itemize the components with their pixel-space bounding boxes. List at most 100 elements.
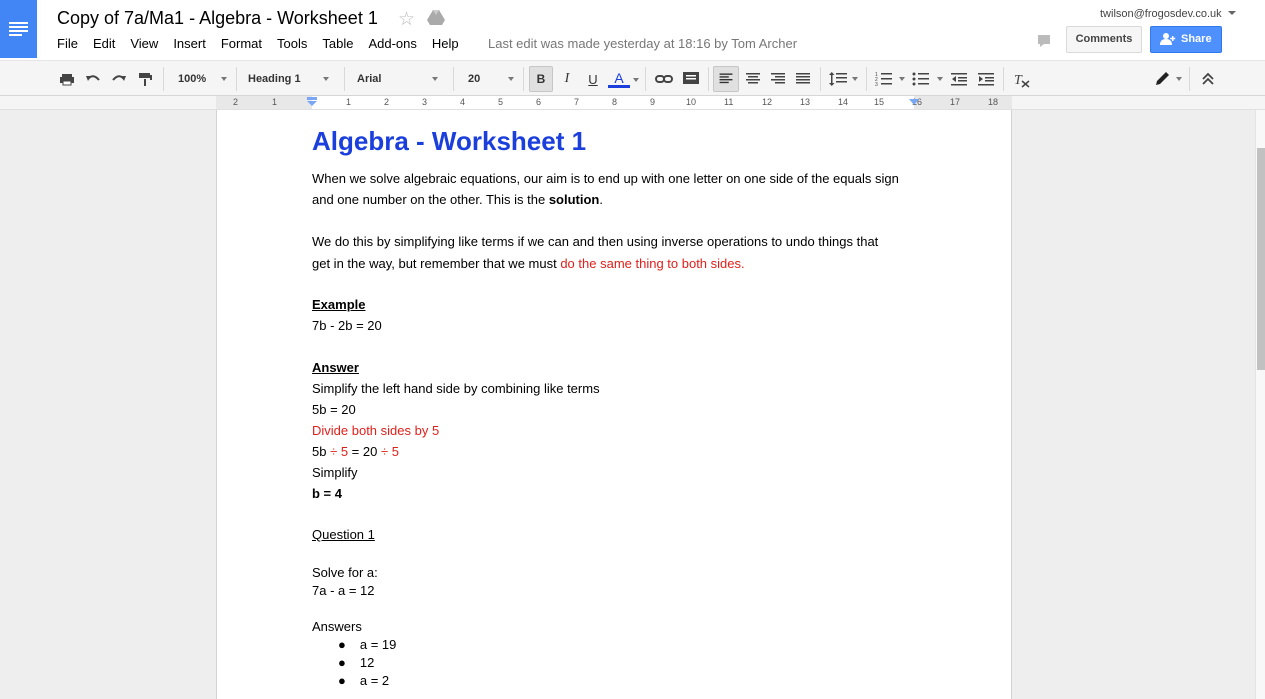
text-color-chevron-down-icon[interactable] bbox=[633, 78, 639, 82]
chevron-down-icon bbox=[221, 77, 227, 81]
list-item[interactable]: ● a = 19 bbox=[338, 637, 396, 652]
editing-mode-chevron-down-icon[interactable] bbox=[1176, 77, 1182, 81]
answer-heading[interactable]: Answer bbox=[312, 360, 359, 375]
menu-bar: File Edit View Insert Format Tools Table… bbox=[57, 36, 459, 52]
increase-indent-icon[interactable] bbox=[975, 66, 997, 92]
font-select[interactable]: Arial bbox=[357, 66, 441, 92]
menu-view[interactable]: View bbox=[130, 36, 158, 52]
list-item[interactable]: ● a = 2 bbox=[338, 673, 389, 688]
line-spacing-chevron-down-icon[interactable] bbox=[852, 77, 858, 81]
text-run: get in the way, but remember that we mus… bbox=[312, 256, 561, 271]
paragraph-line[interactable]: We do this by simplifying like terms if … bbox=[312, 234, 878, 249]
right-indent-marker[interactable] bbox=[908, 99, 920, 108]
ruler-label: 18 bbox=[988, 97, 999, 107]
ruler-label: 9 bbox=[650, 97, 656, 107]
chevron-down-icon bbox=[508, 77, 514, 81]
ruler[interactable]: 2 1 1 2 3 4 5 6 7 8 9 10 11 12 13 14 15 … bbox=[0, 96, 1265, 110]
example-equation[interactable]: 7b - 2b = 20 bbox=[312, 318, 382, 333]
undo-icon[interactable] bbox=[84, 66, 102, 92]
answer-line[interactable]: Simplify the left hand side by combining… bbox=[312, 381, 600, 396]
comments-button[interactable]: Comments bbox=[1066, 26, 1142, 53]
question-heading[interactable]: Question 1 bbox=[312, 527, 375, 542]
paragraph-line[interactable]: and one number on the other. This is the… bbox=[312, 192, 603, 207]
red-text-run: . bbox=[741, 256, 745, 271]
editing-mode-pencil-icon[interactable] bbox=[1152, 66, 1172, 92]
menu-file[interactable]: File bbox=[57, 36, 78, 52]
numbered-list-icon[interactable]: 123 bbox=[873, 66, 895, 92]
list-item-text: 12 bbox=[359, 655, 375, 670]
clear-formatting-icon[interactable]: T bbox=[1011, 66, 1033, 92]
italic-button[interactable]: I bbox=[556, 66, 578, 92]
account-email[interactable]: twilson@frogosdev.co.uk bbox=[1100, 8, 1222, 20]
docs-home-icon[interactable] bbox=[0, 0, 37, 58]
menu-add-ons[interactable]: Add-ons bbox=[368, 36, 416, 52]
menu-help[interactable]: Help bbox=[432, 36, 459, 52]
numbered-list-chevron-down-icon[interactable] bbox=[899, 77, 905, 81]
ruler-label: 1 bbox=[346, 97, 352, 107]
menu-table[interactable]: Table bbox=[322, 36, 353, 52]
text-color-glyph: A bbox=[614, 69, 624, 86]
align-left-icon[interactable] bbox=[713, 66, 739, 92]
text-run: and one number on the other. This is the bbox=[312, 192, 549, 207]
red-text-run: do the same thing to both sides bbox=[560, 256, 742, 271]
menu-format[interactable]: Format bbox=[221, 36, 262, 52]
svg-text:T: T bbox=[1014, 73, 1023, 88]
account-chevron-down-icon[interactable] bbox=[1228, 11, 1236, 15]
answers-label[interactable]: Answers bbox=[312, 619, 362, 634]
bulleted-list-icon[interactable] bbox=[910, 66, 932, 92]
bulleted-list-chevron-down-icon[interactable] bbox=[937, 77, 943, 81]
text-run: 5b bbox=[312, 444, 331, 459]
justify-icon[interactable] bbox=[792, 66, 814, 92]
last-edit-link[interactable]: Last edit was made yesterday at 18:16 by… bbox=[488, 36, 797, 51]
ruler-label: 3 bbox=[422, 97, 428, 107]
doc-heading[interactable]: Algebra - Worksheet 1 bbox=[312, 126, 586, 157]
text-color-button[interactable]: A bbox=[607, 66, 631, 92]
vertical-scrollbar[interactable] bbox=[1255, 110, 1265, 699]
chevron-down-icon bbox=[432, 77, 438, 81]
answer-line[interactable]: b = 4 bbox=[312, 486, 342, 501]
star-icon[interactable]: ☆ bbox=[398, 8, 415, 31]
paragraph-line[interactable]: get in the way, but remember that we mus… bbox=[312, 256, 745, 271]
align-right-icon[interactable] bbox=[767, 66, 789, 92]
example-heading[interactable]: Example bbox=[312, 297, 365, 312]
style-select[interactable]: Heading 1 bbox=[248, 66, 332, 92]
ruler-label: 12 bbox=[762, 97, 773, 107]
paint-format-icon[interactable] bbox=[136, 66, 154, 92]
link-icon[interactable] bbox=[654, 66, 674, 92]
insert-comment-icon[interactable] bbox=[681, 66, 701, 92]
menu-insert[interactable]: Insert bbox=[173, 36, 206, 52]
move-to-folder-icon[interactable] bbox=[427, 10, 445, 26]
underline-button[interactable]: U bbox=[582, 66, 604, 92]
align-center-icon[interactable] bbox=[742, 66, 764, 92]
line-spacing-icon[interactable] bbox=[827, 66, 849, 92]
red-text-run: ÷ 5 bbox=[330, 444, 349, 459]
collapse-toolbar-icon[interactable] bbox=[1198, 66, 1218, 92]
chat-icon[interactable] bbox=[1031, 28, 1057, 53]
list-item[interactable]: ● 12 bbox=[338, 655, 374, 670]
list-item-text: a = 2 bbox=[359, 673, 390, 688]
left-indent-marker[interactable] bbox=[306, 97, 318, 107]
question-equation[interactable]: 7a - a = 12 bbox=[312, 583, 375, 598]
redo-icon[interactable] bbox=[110, 66, 128, 92]
question-prompt[interactable]: Solve for a: bbox=[312, 565, 378, 580]
formatting-toolbar: 100% Heading 1 Arial 20 B I U A 1 2 3 T bbox=[0, 60, 1265, 96]
scrollbar-thumb[interactable] bbox=[1257, 148, 1265, 370]
menu-tools[interactable]: Tools bbox=[277, 36, 307, 52]
print-icon[interactable] bbox=[58, 66, 76, 92]
document-title[interactable]: Copy of 7a/Ma1 - Algebra - Worksheet 1 bbox=[57, 8, 378, 29]
decrease-indent-icon[interactable] bbox=[948, 66, 970, 92]
menu-edit[interactable]: Edit bbox=[93, 36, 115, 52]
paragraph-line[interactable]: When we solve algebraic equations, our a… bbox=[312, 171, 899, 186]
font-size-select[interactable]: 20 bbox=[468, 66, 518, 92]
answer-line[interactable]: 5b ÷ 5 = 20 ÷ 5 bbox=[312, 444, 399, 459]
ruler-label: 2 bbox=[233, 97, 239, 107]
zoom-select[interactable]: 100% bbox=[178, 66, 230, 92]
ruler-label: 10 bbox=[686, 97, 697, 107]
answer-line[interactable]: 5b = 20 bbox=[312, 402, 356, 417]
bold-button[interactable]: B bbox=[529, 66, 553, 92]
style-value: Heading 1 bbox=[248, 73, 301, 85]
ruler-label: 6 bbox=[536, 97, 542, 107]
answer-line[interactable]: Divide both sides by 5 bbox=[312, 423, 439, 438]
ruler-label: 11 bbox=[724, 97, 734, 107]
answer-line[interactable]: Simplify bbox=[312, 465, 358, 480]
